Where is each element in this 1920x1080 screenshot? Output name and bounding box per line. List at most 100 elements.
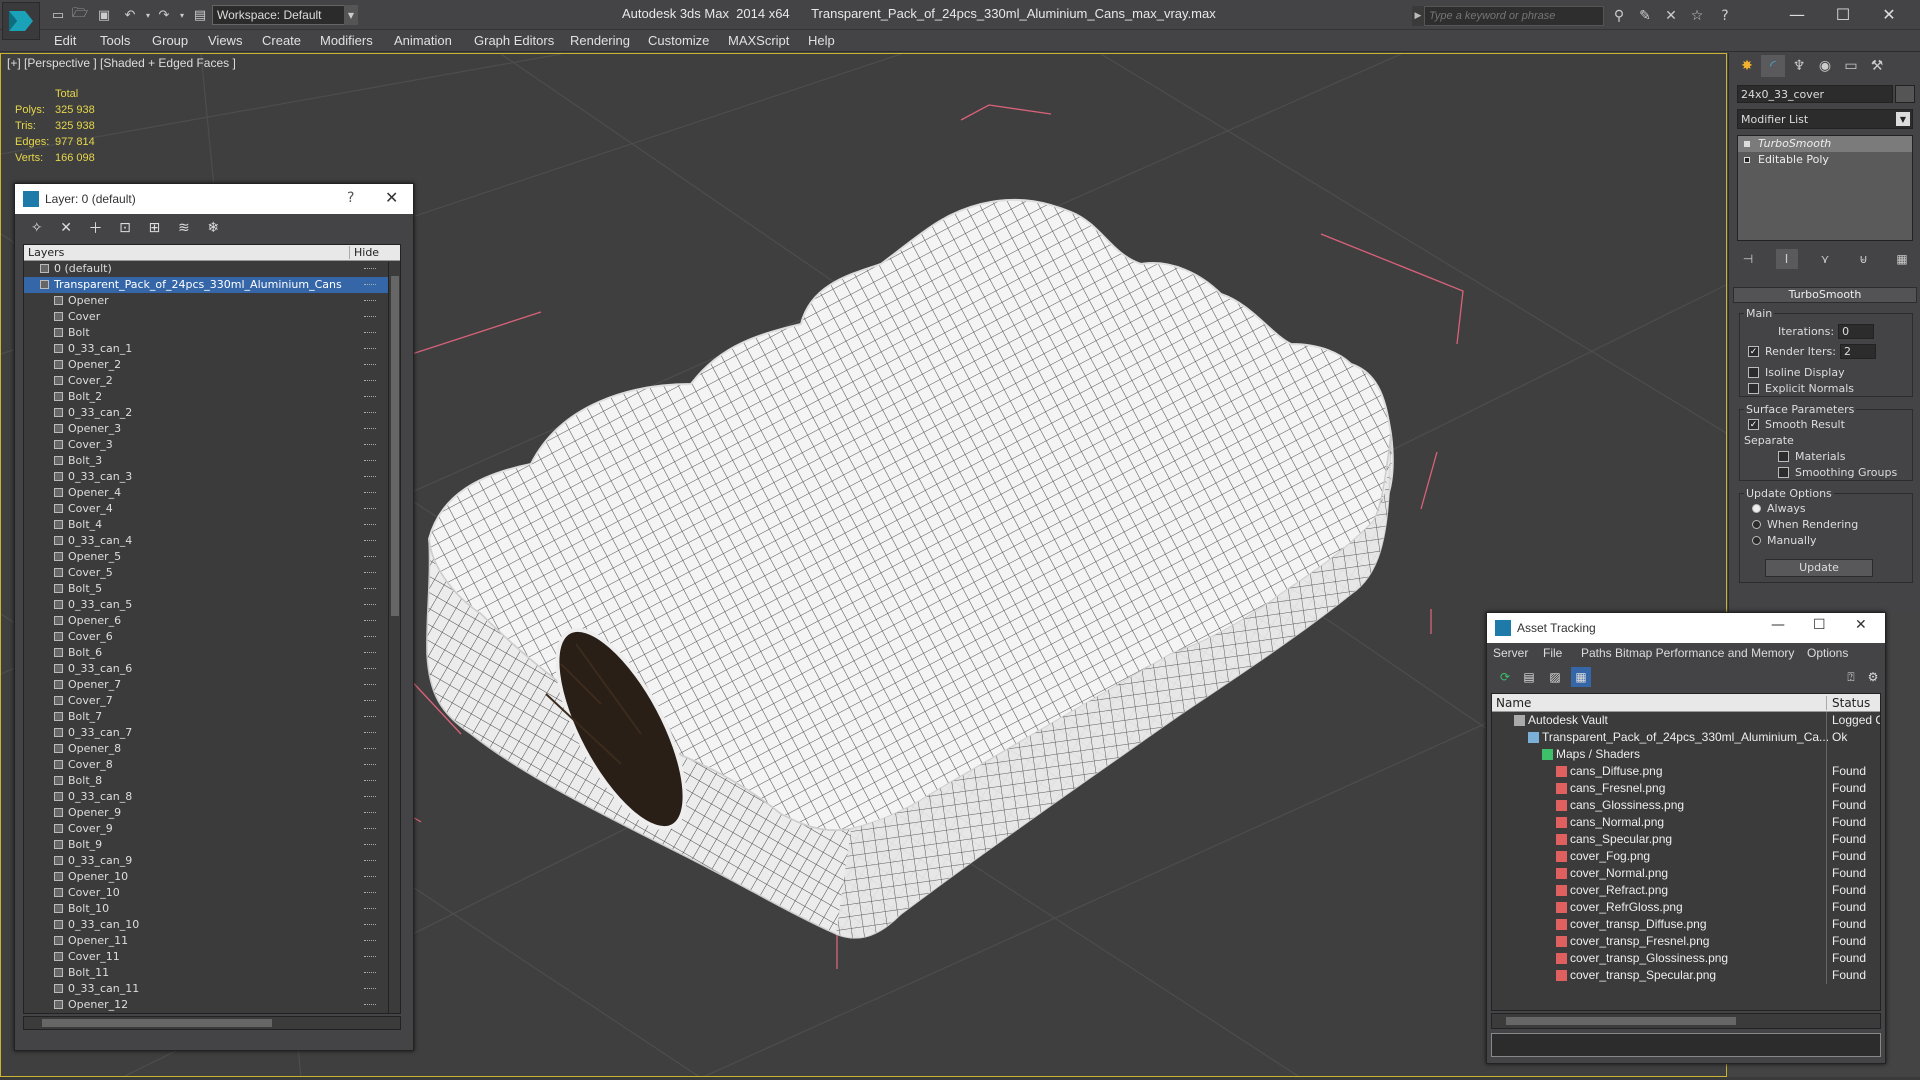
communication-icon[interactable]: ✕ xyxy=(1660,6,1682,26)
stack-item-editable-poly[interactable]: Editable Poly xyxy=(1738,152,1912,168)
hide-toggle[interactable] xyxy=(364,972,376,974)
layer-row[interactable]: Cover_4 xyxy=(24,501,400,517)
asset-row[interactable]: cans_Fresnel.png Found xyxy=(1492,780,1880,797)
hide-toggle[interactable] xyxy=(364,604,376,606)
help-icon[interactable]: ? xyxy=(1714,6,1736,26)
hide-toggle[interactable] xyxy=(364,476,376,478)
hide-toggle[interactable] xyxy=(364,300,376,302)
minimize-button[interactable]: — xyxy=(1774,0,1820,28)
create-tab-icon[interactable]: ✸ xyxy=(1735,55,1759,77)
materials-checkbox[interactable] xyxy=(1778,451,1789,462)
layer-row[interactable]: Cover_5 xyxy=(24,565,400,581)
maximize-icon[interactable]: ☐ xyxy=(1813,617,1826,633)
subscription-icon[interactable]: ✎ xyxy=(1634,6,1656,26)
hierarchy-tab-icon[interactable]: ♆ xyxy=(1787,55,1811,77)
vault-help-icon[interactable]: ⍰ xyxy=(1841,667,1861,687)
hide-toggle[interactable] xyxy=(364,828,376,830)
app-menu-button[interactable] xyxy=(2,2,40,40)
when-rendering-radio[interactable] xyxy=(1752,520,1761,529)
hide-toggle[interactable] xyxy=(364,780,376,782)
asset-row[interactable]: cover_transp_Diffuse.png Found xyxy=(1492,916,1880,933)
hide-toggle[interactable] xyxy=(364,428,376,430)
minimize-icon[interactable]: — xyxy=(1771,617,1785,633)
pin-stack-icon[interactable]: ⊣ xyxy=(1737,249,1759,269)
hide-toggle[interactable] xyxy=(364,460,376,462)
asset-row[interactable]: cover_RefrGloss.png Found xyxy=(1492,899,1880,916)
layer-row[interactable]: Cover xyxy=(24,309,400,325)
menu-create[interactable]: Create xyxy=(262,33,301,48)
highlight-layer-icon[interactable]: ⊞ xyxy=(143,218,166,238)
hide-toggle[interactable] xyxy=(364,556,376,558)
layer-row[interactable]: Bolt_4 xyxy=(24,517,400,533)
layer-row[interactable]: 0_33_can_2 xyxy=(24,405,400,421)
project-folder-icon[interactable]: ▤ xyxy=(190,6,210,24)
hide-toggle[interactable] xyxy=(364,700,376,702)
layer-row[interactable]: 0 (default) xyxy=(24,261,400,277)
layer-row[interactable]: Bolt_5 xyxy=(24,581,400,597)
add-to-layer-icon[interactable]: ＋ xyxy=(84,218,107,238)
hide-toggle[interactable] xyxy=(364,652,376,654)
hide-toggle[interactable] xyxy=(364,956,376,958)
create-layer-icon[interactable]: ✧ xyxy=(25,218,48,238)
name-column-header[interactable]: Name xyxy=(1496,696,1531,710)
layer-vertical-scrollbar[interactable] xyxy=(388,262,400,1013)
hide-toggle[interactable] xyxy=(364,988,376,990)
hide-toggle[interactable] xyxy=(364,588,376,590)
layer-row[interactable]: Cover_12 xyxy=(24,1013,400,1014)
layer-row[interactable]: 0_33_can_11 xyxy=(24,981,400,997)
layer-row[interactable]: 0_33_can_5 xyxy=(24,597,400,613)
asset-dialog-titlebar[interactable]: Asset Tracking — ☐ ✕ xyxy=(1487,613,1885,643)
menu-maxscript[interactable]: MAXScript xyxy=(728,33,789,48)
redo-icon[interactable]: ↷ xyxy=(154,6,174,24)
hide-all-layers-icon[interactable]: ≋ xyxy=(172,218,195,238)
menu-group[interactable]: Group xyxy=(152,33,188,48)
hide-toggle[interactable] xyxy=(364,572,376,574)
asset-row[interactable]: cover_Refract.png Found xyxy=(1492,882,1880,899)
layer-row[interactable]: Opener xyxy=(24,293,400,309)
menu-paths[interactable]: Paths xyxy=(1581,646,1612,660)
menu-customize[interactable]: Customize xyxy=(648,33,709,48)
iterations-spinner[interactable]: 0 xyxy=(1838,324,1875,339)
hide-toggle[interactable] xyxy=(364,1004,376,1006)
close-icon[interactable]: ✕ xyxy=(1855,617,1867,633)
status-column-header[interactable]: Status xyxy=(1826,696,1870,710)
always-radio[interactable] xyxy=(1752,504,1761,513)
layer-row[interactable]: Opener_2 xyxy=(24,357,400,373)
undo-icon[interactable]: ↶ xyxy=(120,6,140,24)
delete-layer-icon[interactable]: ✕ xyxy=(54,218,77,238)
layer-row[interactable]: Bolt_10 xyxy=(24,901,400,917)
hide-toggle[interactable] xyxy=(364,908,376,910)
layers-column-header[interactable]: Layers xyxy=(28,246,64,259)
hide-toggle[interactable] xyxy=(364,508,376,510)
settings-icon[interactable]: ⚙ xyxy=(1863,667,1883,687)
thumbnail-view-icon[interactable]: ▨ xyxy=(1545,667,1565,687)
workspace-select[interactable]: Workspace: Default xyxy=(212,5,358,25)
hide-toggle[interactable] xyxy=(364,860,376,862)
motion-tab-icon[interactable]: ◉ xyxy=(1813,55,1837,77)
asset-row[interactable]: cans_Diffuse.png Found xyxy=(1492,763,1880,780)
hide-toggle[interactable] xyxy=(364,492,376,494)
hide-toggle[interactable] xyxy=(364,396,376,398)
search-expand-icon[interactable]: ▶ xyxy=(1412,6,1424,26)
menu-edit[interactable]: Edit xyxy=(54,33,76,48)
hide-toggle[interactable] xyxy=(364,380,376,382)
redo-dropdown-icon[interactable]: ▾ xyxy=(172,6,192,24)
search-input[interactable] xyxy=(1424,6,1604,26)
layer-row[interactable]: Opener_3 xyxy=(24,421,400,437)
layer-row[interactable]: Bolt_2 xyxy=(24,389,400,405)
workspace-dropdown-icon[interactable]: ▼ xyxy=(344,5,358,25)
maximize-button[interactable]: ☐ xyxy=(1820,0,1866,28)
hide-toggle[interactable] xyxy=(364,268,376,270)
explicit-normals-checkbox[interactable] xyxy=(1748,383,1759,394)
modifier-list-dropdown[interactable]: Modifier List ▼ xyxy=(1737,109,1913,129)
open-file-icon[interactable]: 🗁 xyxy=(70,6,90,24)
menu-server[interactable]: Server xyxy=(1493,646,1528,660)
layer-row[interactable]: 0_33_can_7 xyxy=(24,725,400,741)
help-button[interactable]: ? xyxy=(347,190,354,206)
hide-toggle[interactable] xyxy=(364,796,376,798)
display-tab-icon[interactable]: ▭ xyxy=(1839,55,1863,77)
menu-options[interactable]: Options xyxy=(1807,646,1848,660)
hide-toggle[interactable] xyxy=(364,284,376,286)
asset-row[interactable]: Transparent_Pack_of_24pcs_330ml_Aluminiu… xyxy=(1492,729,1880,746)
hide-toggle[interactable] xyxy=(364,764,376,766)
